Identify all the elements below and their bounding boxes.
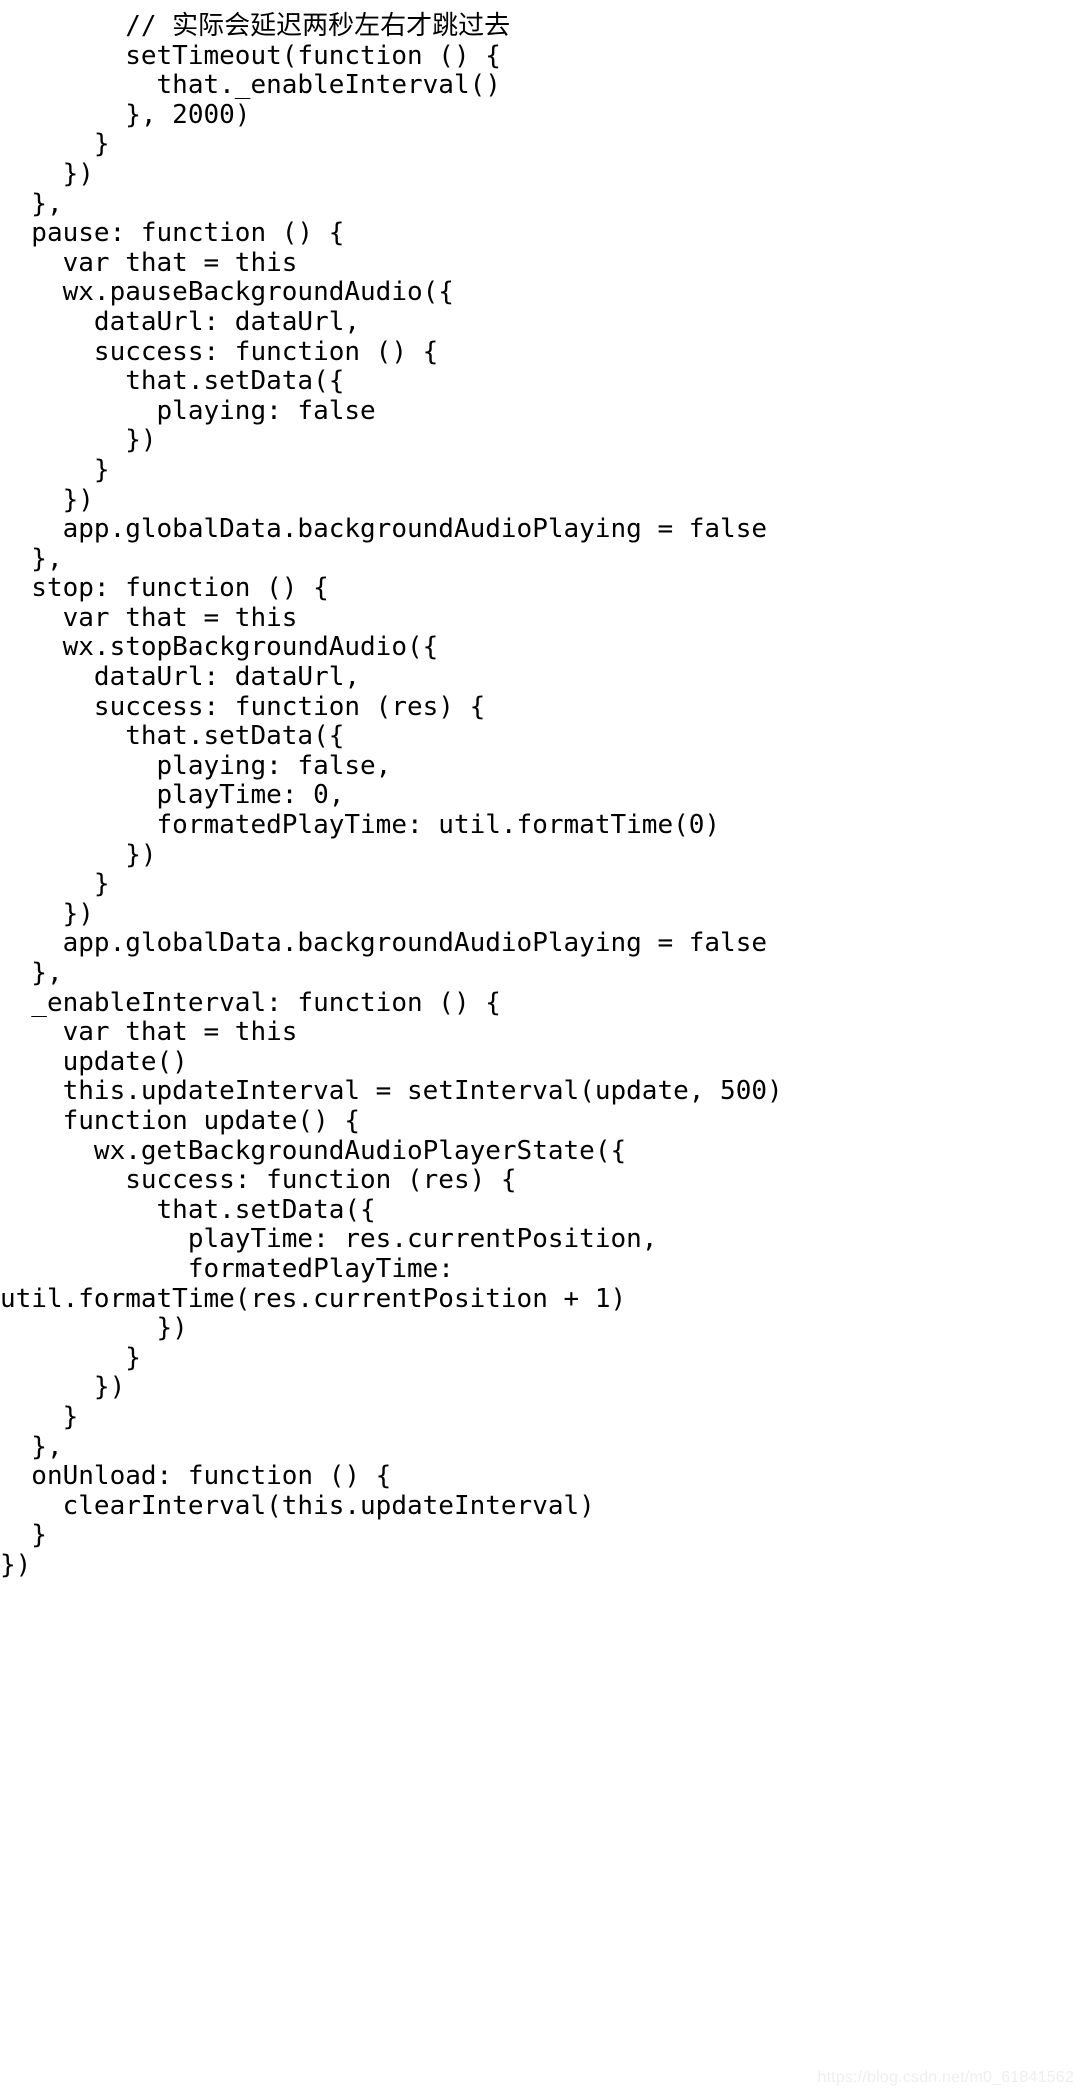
code-line: onUnload: function () { — [0, 1461, 392, 1492]
code-line: }) — [0, 1372, 126, 1403]
code-line: setTimeout(function () { — [0, 40, 501, 71]
code-line: util.formatTime(res.currentPosition + 1) — [0, 1283, 627, 1314]
code-line: clearInterval(this.updateInterval) — [0, 1490, 595, 1521]
code-line: that._enableInterval() — [0, 70, 501, 101]
code-line: }, — [0, 1431, 63, 1462]
code-line: update() — [0, 1046, 188, 1077]
code-line: wx.pauseBackgroundAudio({ — [0, 277, 454, 308]
code-line: } — [0, 1342, 141, 1373]
code-line: success: function () { — [0, 336, 439, 367]
code-line: var that = this — [0, 602, 298, 633]
code-line: this.updateInterval = setInterval(update… — [0, 1076, 783, 1107]
code-line: } — [0, 454, 110, 485]
code-line: var that = this — [0, 1017, 298, 1048]
code-line: success: function (res) { — [0, 691, 486, 722]
code-line: app.globalData.backgroundAudioPlaying = … — [0, 928, 768, 959]
code-line: formatedPlayTime: util.formatTime(0) — [0, 810, 721, 841]
code-line: } — [0, 869, 110, 900]
code-line: pause: function () { — [0, 218, 345, 249]
code-line: formatedPlayTime: — [0, 1253, 454, 1284]
code-line: function update() { — [0, 1105, 361, 1136]
code-line: playing: false — [0, 395, 376, 426]
code-line: }, — [0, 958, 63, 988]
code-line: }, — [0, 188, 63, 219]
code-line: } — [0, 129, 110, 160]
code-line: that.setData({ — [0, 721, 345, 752]
code-line: playTime: res.currentPosition, — [0, 1224, 658, 1255]
code-line: } — [0, 1401, 79, 1432]
code-line: }) — [0, 898, 94, 929]
code-line: stop: function () { — [0, 573, 329, 604]
code-line: success: function (res) { — [0, 1165, 517, 1196]
code-line: }) — [0, 425, 157, 456]
csdn-watermark: https://blog.csdn.net/m0_61841562 — [817, 2069, 1074, 2086]
code-line: wx.stopBackgroundAudio({ — [0, 632, 439, 663]
code-line: wx.getBackgroundAudioPlayerState({ — [0, 1135, 627, 1166]
code-line: }) — [0, 839, 157, 870]
code-line: }, — [0, 543, 63, 574]
code-line: that.setData({ — [0, 366, 345, 397]
code-line: dataUrl: dataUrl, — [0, 662, 361, 693]
code-line: }) — [0, 1549, 32, 1580]
code-line: var that = this — [0, 247, 298, 278]
code-line: app.globalData.backgroundAudioPlaying = … — [0, 514, 768, 545]
code-line: _enableInterval: function () { — [0, 987, 501, 1018]
code-listing: // 实际会延迟两秒左右才跳过去 setTimeout(function () … — [0, 0, 1080, 1580]
code-line: }) — [0, 158, 94, 189]
code-line: // 实际会延迟两秒左右才跳过去 — [0, 11, 511, 41]
code-line: }) — [0, 1313, 188, 1344]
code-line: } — [0, 1520, 47, 1551]
code-line: }, 2000) — [0, 99, 251, 130]
code-line: playTime: 0, — [0, 780, 345, 811]
code-line: }) — [0, 484, 94, 515]
code-line: that.setData({ — [0, 1194, 376, 1225]
code-line: dataUrl: dataUrl, — [0, 306, 361, 337]
code-line: playing: false, — [0, 750, 392, 781]
